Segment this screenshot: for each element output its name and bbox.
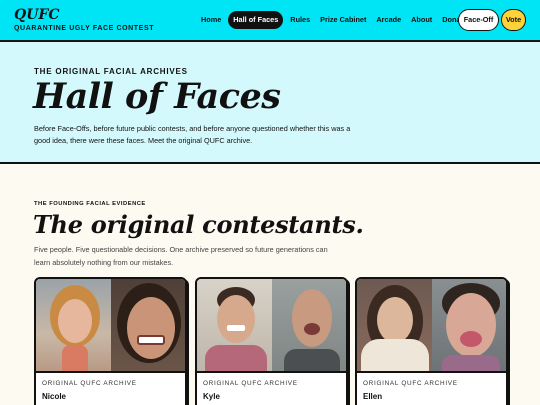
face-shape — [58, 299, 92, 343]
contestant-photo-ugly — [431, 279, 506, 371]
hero-description: Before Face-Offs, before future public c… — [34, 124, 351, 145]
contestant-card-ellen[interactable]: ORIGINAL QUFC ARCHIVE Ellen — [355, 277, 508, 405]
contestant-photos — [36, 279, 185, 373]
hero-section: THE ORIGINAL FACIAL ARCHIVES Hall of Fac… — [0, 42, 540, 164]
smile-shape — [227, 325, 245, 331]
section-title: The original contestants. — [33, 210, 364, 239]
site-tagline: QUARANTINE UGLY FACE CONTEST — [14, 25, 155, 32]
face-shape — [377, 297, 413, 343]
teeth-shape — [136, 335, 165, 345]
mouth-shape — [459, 331, 482, 347]
card-eyebrow: ORIGINAL QUFC ARCHIVE — [203, 380, 298, 387]
nav-arcade[interactable]: Arcade — [371, 11, 406, 29]
face-shape — [291, 289, 332, 347]
flower-garland-shape — [361, 339, 429, 371]
face-shape — [217, 295, 255, 343]
card-name: Nicole — [42, 392, 67, 401]
site-logo[interactable]: QUFC — [14, 7, 60, 23]
card-name: Kyle — [203, 392, 220, 401]
nav-hall-of-faces[interactable]: Hall of Faces — [228, 11, 284, 29]
contestant-photo-normal — [357, 279, 432, 371]
contestant-photo-ugly — [110, 279, 185, 371]
shirt-shape — [283, 349, 340, 371]
top-navigation-bar: QUFC QUARANTINE UGLY FACE CONTEST Home H… — [0, 0, 540, 42]
nav-rules[interactable]: Rules — [285, 11, 315, 29]
card-eyebrow: ORIGINAL QUFC ARCHIVE — [363, 380, 458, 387]
card-eyebrow: ORIGINAL QUFC ARCHIVE — [42, 380, 137, 387]
hero-eyebrow: THE ORIGINAL FACIAL ARCHIVES — [34, 67, 188, 76]
page-title: Hall of Faces — [33, 76, 281, 117]
contestant-photos — [357, 279, 506, 373]
card-name: Ellen — [363, 392, 383, 401]
face-off-button[interactable]: Face-Off — [458, 9, 499, 31]
shirt-shape — [441, 355, 500, 371]
nav-about[interactable]: About — [406, 11, 437, 29]
face-shape — [445, 293, 496, 357]
contestant-card-nicole[interactable]: ORIGINAL QUFC ARCHIVE Nicole — [34, 277, 187, 405]
shirt-shape — [62, 345, 88, 371]
nav-prize-cabinet[interactable]: Prize Cabinet — [315, 11, 371, 29]
contestant-photo-ugly — [271, 279, 346, 371]
main-nav: Home Hall of Faces Rules Prize Cabinet A… — [196, 11, 472, 29]
shirt-shape — [205, 345, 267, 371]
contestant-photo-normal — [36, 279, 111, 371]
contestant-card-kyle[interactable]: ORIGINAL QUFC ARCHIVE Kyle — [195, 277, 348, 405]
vote-button[interactable]: Vote — [501, 9, 526, 31]
face-shape — [126, 297, 175, 359]
mouth-shape — [303, 323, 320, 335]
section-description: Five people. Five questionable decisions… — [34, 245, 328, 267]
nav-home[interactable]: Home — [196, 11, 226, 29]
contestant-photos — [197, 279, 346, 373]
section-eyebrow: THE FOUNDING FACIAL EVIDENCE — [34, 201, 146, 207]
contestant-photo-normal — [197, 279, 272, 371]
